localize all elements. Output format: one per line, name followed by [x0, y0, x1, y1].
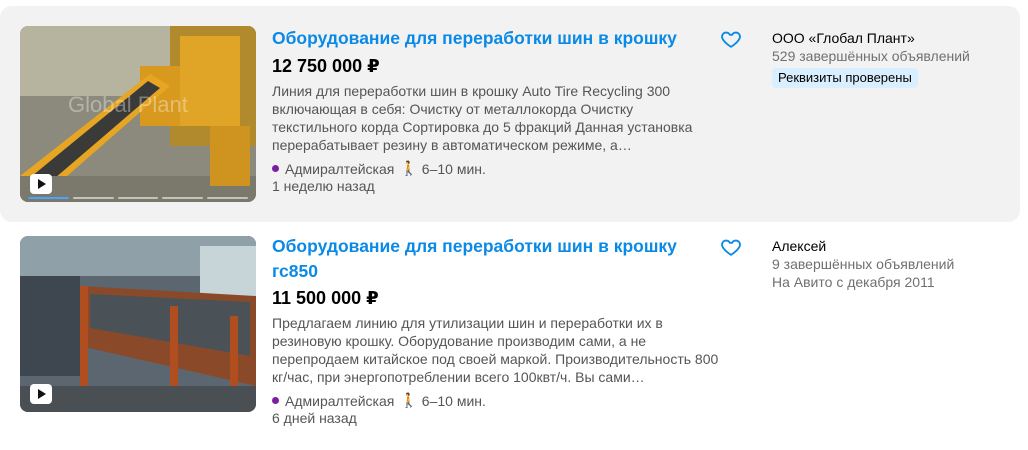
listing-card[interactable]: Оборудование для переработки шин в крошк… — [0, 216, 1020, 432]
play-icon[interactable] — [30, 384, 52, 404]
listing-photo[interactable]: Global Plant — [20, 26, 256, 202]
photo-pagination — [28, 197, 248, 199]
tire-recycling-line-image: Global Plant — [20, 26, 256, 202]
walk-time: 6–10 мин. — [421, 160, 486, 177]
metro-station: Адмиралтейская — [285, 160, 395, 177]
metro-info: Адмиралтейская 🚶 6–10 мин. — [272, 160, 486, 177]
seller-stats: 529 завершённых объявлений — [772, 48, 970, 64]
seller-name[interactable]: Алексей — [772, 238, 826, 254]
heart-icon[interactable] — [720, 236, 742, 258]
walk-time: 6–10 мин. — [421, 392, 486, 409]
metro-station: Адмиралтейская — [285, 392, 395, 409]
seller-since: На Авито с декабря 2011 — [772, 274, 935, 290]
listing-title[interactable]: Оборудование для переработки шин в крошк… — [272, 26, 702, 51]
listing-description: Линия для переработки шин в крошку Auto … — [272, 83, 693, 153]
photo-watermark: Global Plant — [68, 92, 188, 117]
metro-line-dot — [272, 397, 279, 404]
heart-icon[interactable] — [720, 28, 742, 50]
listing-price: 12 750 000 ₽ — [272, 56, 380, 76]
conveyor-equipment-image — [20, 236, 256, 412]
walking-person-icon: 🚶 — [400, 160, 418, 176]
posted-date: 6 дней назад — [272, 410, 357, 426]
seller-name[interactable]: ООО «Глобал Плант» — [772, 30, 915, 46]
verified-badge: Реквизиты проверены — [772, 68, 918, 88]
metro-info: Адмиралтейская 🚶 6–10 мин. — [272, 392, 486, 409]
listing-title[interactable]: Оборудование для переработки шин в крошк… — [272, 234, 702, 284]
play-icon[interactable] — [30, 174, 52, 194]
posted-date: 1 неделю назад — [272, 178, 375, 194]
listing-description: Предлагаем линию для утилизации шин и пе… — [272, 315, 719, 385]
listing-card[interactable]: Global Plant Оборудование для переработк… — [0, 6, 1020, 222]
metro-line-dot — [272, 165, 279, 172]
seller-stats: 9 завершённых объявлений — [772, 256, 955, 272]
listing-price: 11 500 000 ₽ — [272, 288, 379, 308]
walking-person-icon: 🚶 — [400, 392, 418, 408]
listing-photo[interactable] — [20, 236, 256, 412]
